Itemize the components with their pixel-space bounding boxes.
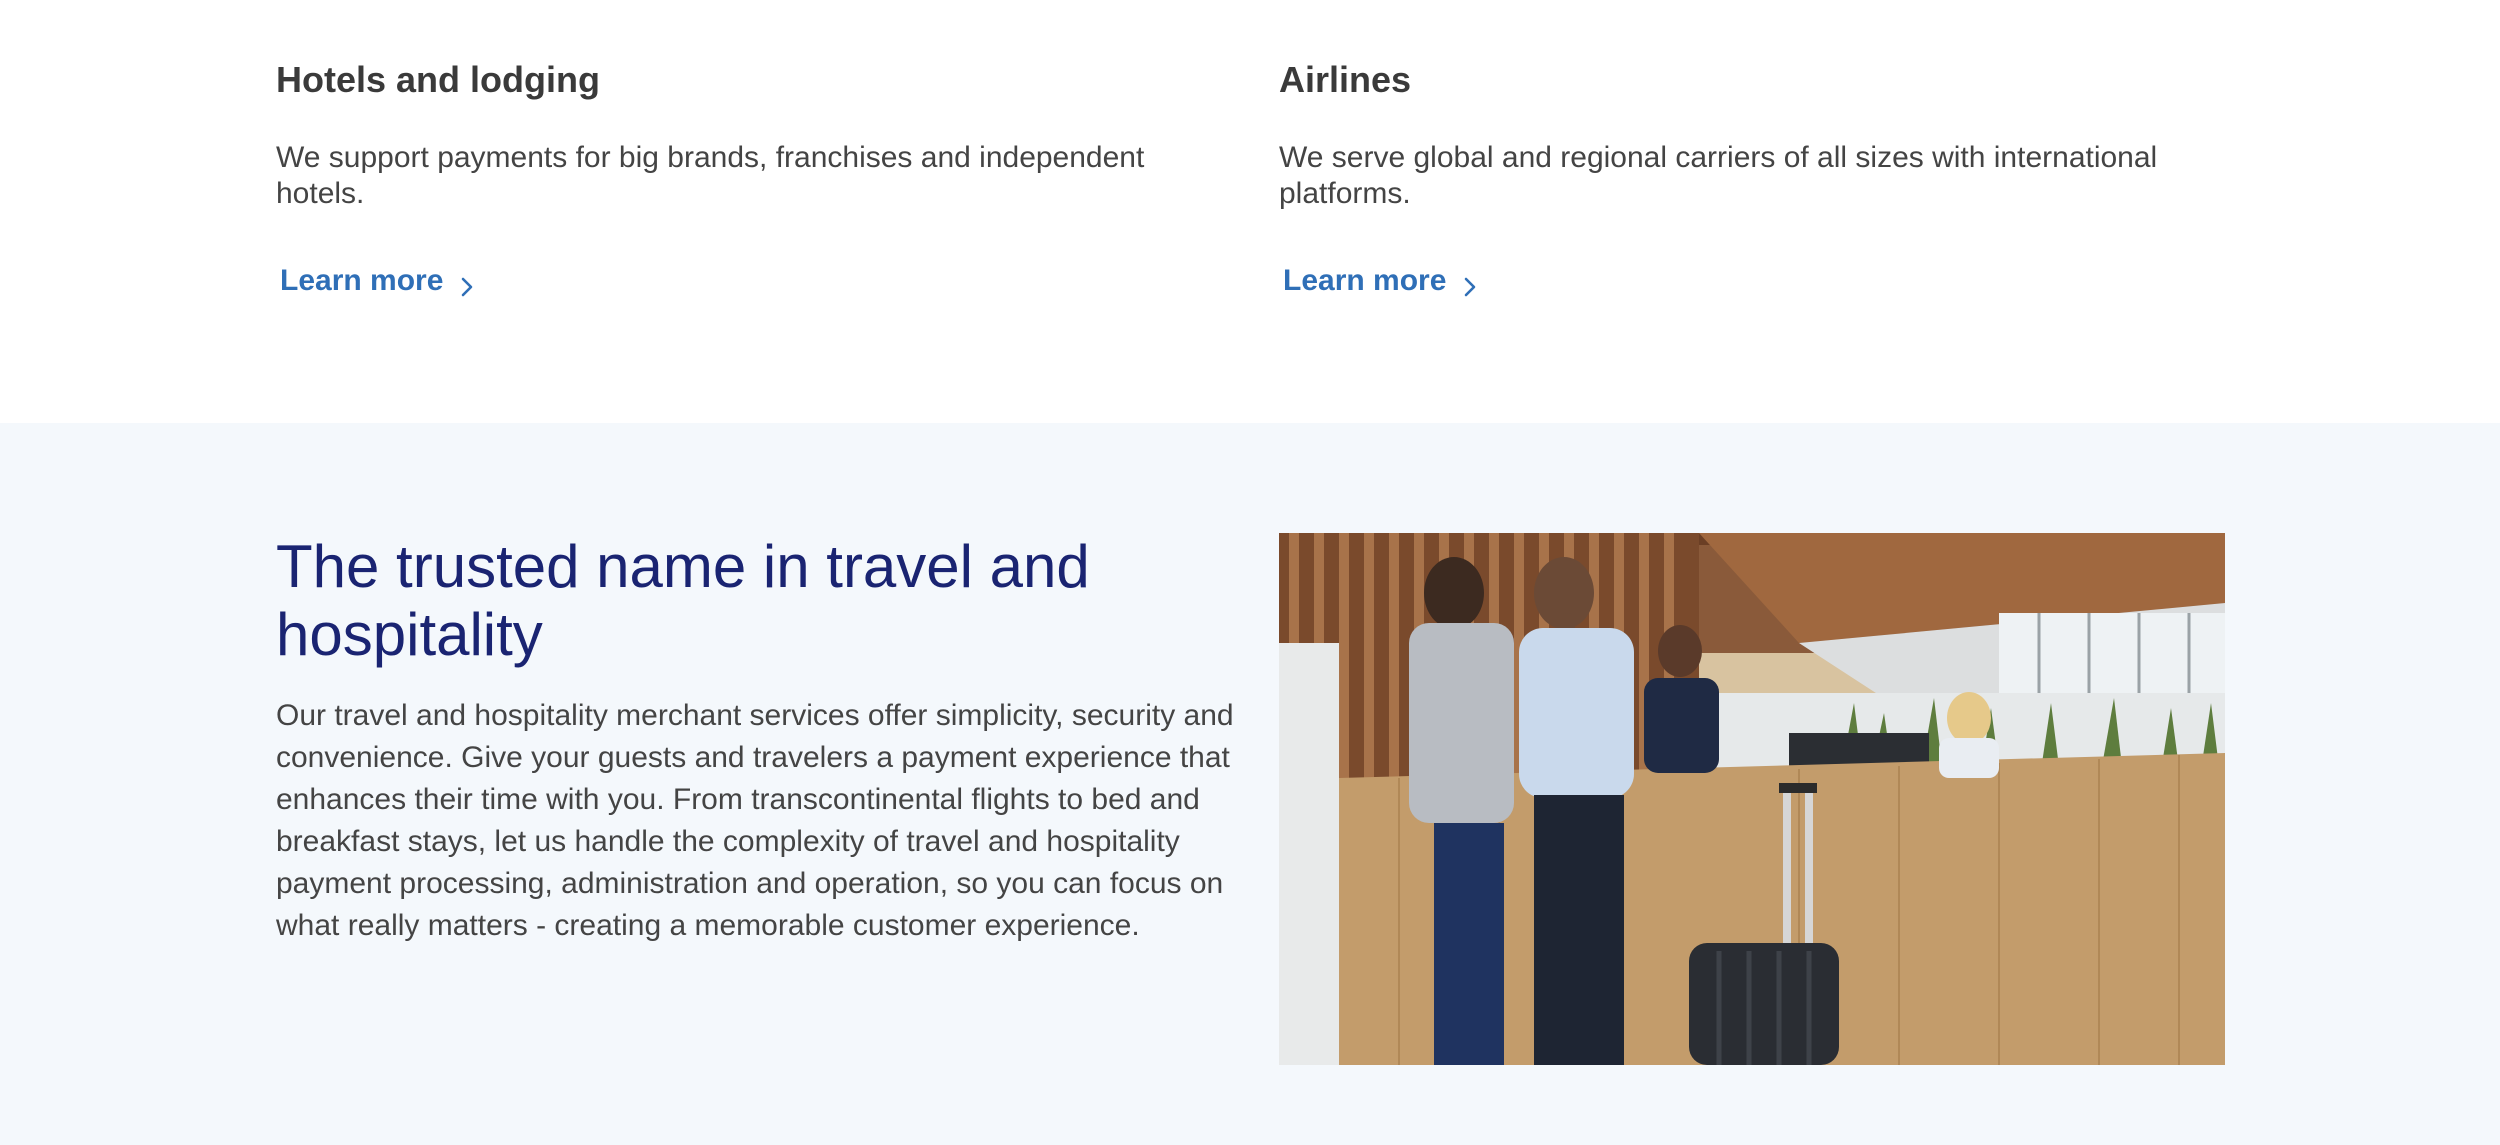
hotel-front-desk-photo — [1279, 533, 2225, 1065]
airlines-learn-more-link[interactable]: Learn more — [1283, 264, 1480, 298]
trusted-name-section: The trusted name in travel and hospitali… — [0, 423, 2500, 1145]
hotels-card-description: We support payments for big brands, fran… — [276, 141, 1145, 210]
industry-cards-section: Hotels and lodging We support payments f… — [0, 0, 2500, 423]
airlines-card-title: Airlines — [1279, 59, 1412, 100]
hotels-card-title: Hotels and lodging — [276, 59, 600, 100]
section-headline: The trusted name in travel and hospitali… — [276, 533, 1090, 668]
airlines-card: Airlines We serve global and regional ca… — [1279, 52, 2239, 298]
chevron-right-icon — [1460, 271, 1480, 297]
trusted-name-text-block: The trusted name in travel and hospitali… — [276, 533, 1236, 947]
airlines-card-description: We serve global and regional carriers of… — [1279, 141, 2158, 210]
airlines-learn-more-label: Learn more — [1283, 264, 1447, 297]
hotels-learn-more-label: Learn more — [280, 264, 444, 297]
hotels-learn-more-link[interactable]: Learn more — [280, 264, 477, 298]
section-body-copy: Our travel and hospitality merchant serv… — [276, 699, 1234, 942]
chevron-right-icon — [457, 271, 477, 297]
hotels-card: Hotels and lodging We support payments f… — [276, 52, 1236, 298]
